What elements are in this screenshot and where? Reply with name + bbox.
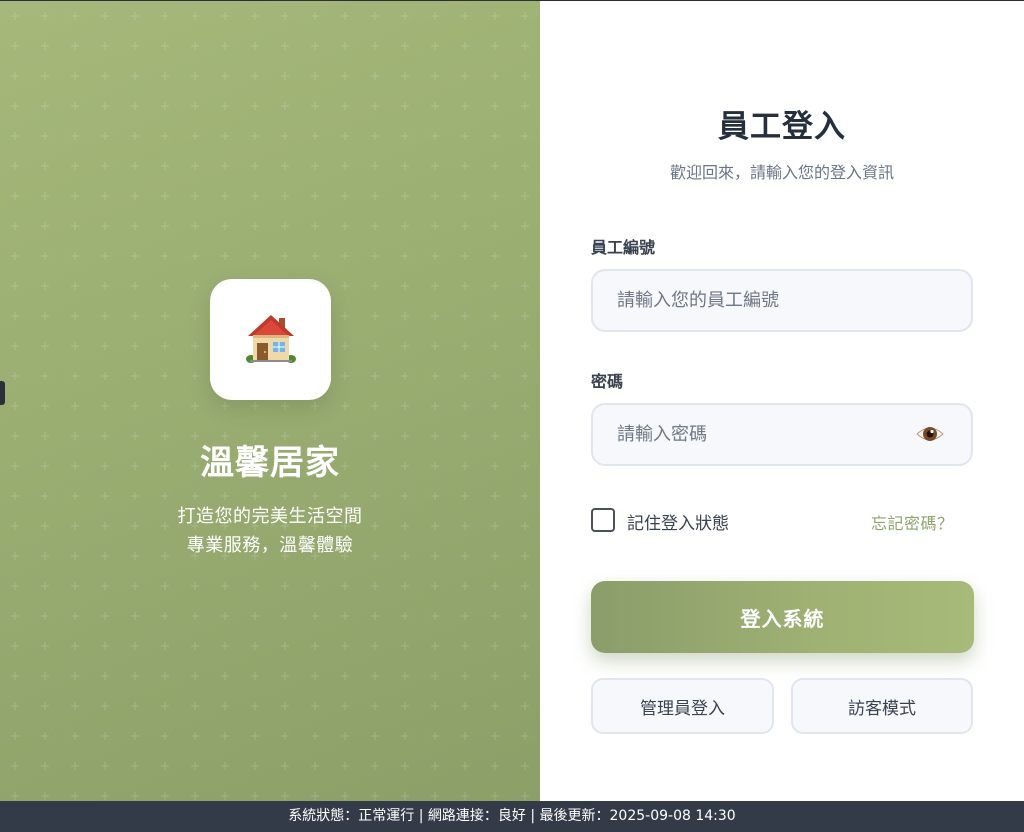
login-panel: 員工登入 歡迎回來，請輸入您的登入資訊 員工編號 密碼 記住登入狀態 忘記密碼？… bbox=[540, 1, 1024, 801]
brand-tagline-2: 專業服務，溫馨體驗 bbox=[186, 535, 354, 556]
admin-login-button[interactable]: 管理員登入 bbox=[591, 678, 774, 734]
password-visibility-toggle[interactable] bbox=[915, 421, 945, 447]
brand-panel: 溫馨居家 打造您的完美生活空間 專業服務，溫馨體驗 bbox=[0, 1, 540, 801]
password-label: 密碼 bbox=[591, 372, 624, 391]
status-bar: 系統狀態：正常運行 | 網路連接：良好 | 最後更新：2025-09-08 14… bbox=[0, 801, 1024, 832]
employee-id-label: 員工編號 bbox=[591, 238, 656, 257]
eye-icon bbox=[916, 427, 944, 441]
login-button[interactable]: 登入系統 bbox=[591, 581, 974, 653]
login-title: 員工登入 bbox=[718, 109, 846, 145]
house-emoji-icon bbox=[246, 315, 296, 363]
forgot-password-link[interactable]: 忘記密碼？ bbox=[871, 510, 954, 534]
employee-id-input[interactable] bbox=[591, 269, 973, 332]
background-pattern bbox=[0, 1, 540, 801]
remember-me-checkbox[interactable] bbox=[591, 508, 615, 532]
brand-name: 溫馨居家 bbox=[200, 443, 340, 483]
guest-mode-button[interactable]: 訪客模式 bbox=[791, 678, 973, 734]
brand-tagline-1: 打造您的完美生活空間 bbox=[177, 506, 363, 527]
side-handle[interactable] bbox=[0, 381, 5, 405]
login-subtitle: 歡迎回來，請輸入您的登入資訊 bbox=[669, 163, 894, 182]
remember-me-label[interactable]: 記住登入狀態 bbox=[627, 509, 729, 534]
brand-logo bbox=[210, 279, 331, 400]
